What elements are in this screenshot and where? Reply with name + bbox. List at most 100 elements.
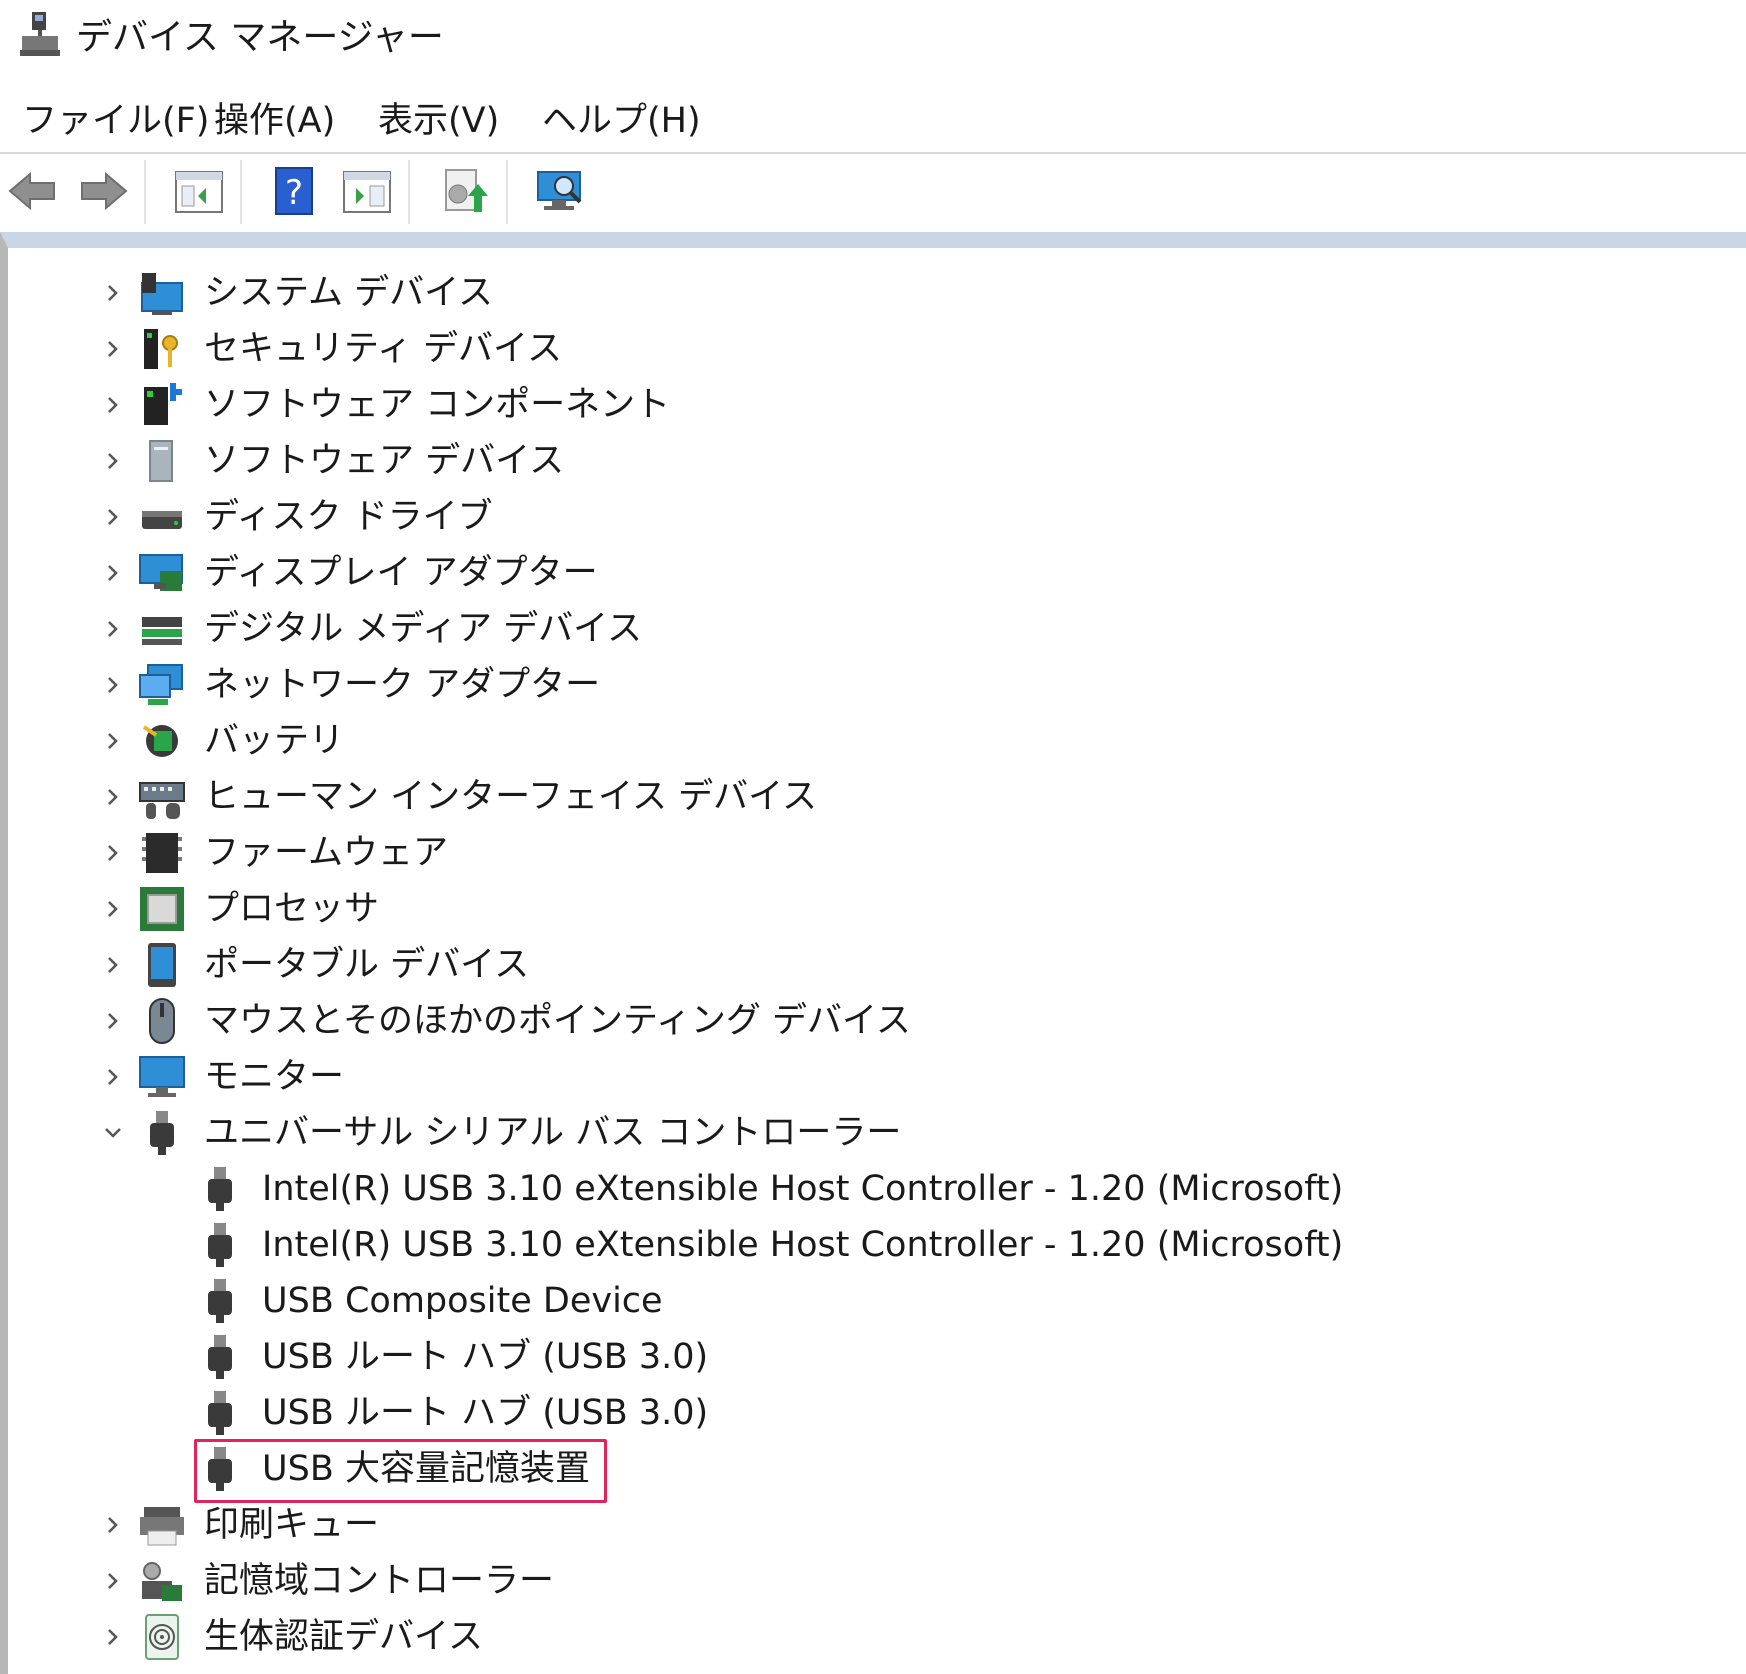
tree-item-label: 印刷キュー bbox=[204, 1505, 380, 1545]
toolbar-separator bbox=[144, 160, 146, 224]
chevron-right-icon[interactable] bbox=[98, 1622, 128, 1652]
usb-icon bbox=[208, 1223, 232, 1267]
security-devices-icon bbox=[144, 329, 178, 369]
tree-item-label: USB Composite Device bbox=[262, 1281, 663, 1321]
disk-drive-icon bbox=[142, 511, 182, 529]
monitor-icon bbox=[139, 1056, 185, 1097]
menu-help[interactable]: ヘルプ(H) bbox=[542, 98, 701, 144]
tree-child-item[interactable]: Intel(R) USB 3.10 eXtensible Host Contro… bbox=[8, 1217, 1708, 1273]
tree-category-item[interactable]: モニター bbox=[8, 1049, 1708, 1105]
tree-category-item[interactable]: ソフトウェア コンポーネント bbox=[8, 377, 1708, 433]
tree-category-item[interactable]: ソフトウェア デバイス bbox=[8, 433, 1708, 489]
chevron-right-icon[interactable] bbox=[98, 1566, 128, 1596]
display-adapter-icon bbox=[139, 554, 183, 591]
tree-item-label: マウスとそのほかのポインティング デバイス bbox=[204, 1001, 911, 1041]
forward-arrow-icon[interactable] bbox=[76, 164, 130, 218]
highlight-usb-mass-storage bbox=[194, 1439, 607, 1503]
battery-icon bbox=[142, 725, 178, 757]
tree-category-item[interactable]: ポータブル デバイス bbox=[8, 937, 1708, 993]
chevron-right-icon[interactable] bbox=[98, 334, 128, 364]
tree-item-label: バッテリ bbox=[204, 721, 345, 761]
tree-item-label: ディスク ドライブ bbox=[204, 497, 493, 537]
chevron-right-icon[interactable] bbox=[98, 726, 128, 756]
chevron-right-icon[interactable] bbox=[98, 782, 128, 812]
tree-item-label: デジタル メディア デバイス bbox=[204, 609, 643, 649]
tree-category-item[interactable]: ファームウェア bbox=[8, 825, 1708, 881]
tree-category-item[interactable]: ディスク ドライブ bbox=[8, 489, 1708, 545]
chevron-right-icon[interactable] bbox=[98, 614, 128, 644]
tree-category-item[interactable]: マウスとそのほかのポインティング デバイス bbox=[8, 993, 1708, 1049]
hid-icon bbox=[139, 782, 185, 819]
processor-icon bbox=[140, 887, 184, 931]
tree-child-item[interactable]: USB Composite Device bbox=[8, 1273, 1708, 1329]
tree-category-item[interactable]: ディスプレイ アダプター bbox=[8, 545, 1708, 601]
chevron-right-icon[interactable] bbox=[98, 950, 128, 980]
update-driver-icon[interactable] bbox=[436, 164, 490, 218]
chevron-right-icon[interactable] bbox=[98, 1062, 128, 1092]
chevron-right-icon[interactable] bbox=[98, 670, 128, 700]
device-manager-app-icon bbox=[20, 12, 60, 56]
tree-category-item[interactable]: システム デバイス bbox=[8, 265, 1708, 321]
software-device-icon bbox=[149, 440, 173, 482]
tree-item-label: ソフトウェア デバイス bbox=[204, 441, 565, 481]
digital-media-icon bbox=[142, 617, 182, 645]
menu-action[interactable]: 操作(A) bbox=[214, 98, 335, 144]
tree-category-item[interactable]: ネットワーク アダプター bbox=[8, 657, 1708, 713]
tree-item-label: Intel(R) USB 3.10 eXtensible Host Contro… bbox=[262, 1169, 1344, 1209]
tree-category-item[interactable]: 記憶域コントローラー bbox=[8, 1553, 1708, 1609]
usb-icon bbox=[150, 1111, 174, 1155]
tree-child-item[interactable]: USB ルート ハブ (USB 3.0) bbox=[8, 1329, 1708, 1385]
chevron-down-icon[interactable] bbox=[98, 1118, 128, 1148]
tree-item-label: ファームウェア bbox=[204, 833, 448, 873]
menu-view[interactable]: 表示(V) bbox=[378, 98, 499, 144]
tree-item-label: 記憶域コントローラー bbox=[204, 1561, 555, 1601]
tree-category-item[interactable]: ヒューマン インターフェイス デバイス bbox=[8, 769, 1708, 825]
chevron-right-icon[interactable] bbox=[98, 390, 128, 420]
tree-category-item[interactable]: バッテリ bbox=[8, 713, 1708, 769]
tree-category-item[interactable]: プロセッサ bbox=[8, 881, 1708, 937]
network-adapter-icon bbox=[139, 664, 183, 705]
chevron-right-icon[interactable] bbox=[98, 1006, 128, 1036]
chevron-right-icon[interactable] bbox=[98, 446, 128, 476]
storage-controller-icon bbox=[142, 1562, 182, 1601]
tree-category-item[interactable]: セキュリティ デバイス bbox=[8, 321, 1708, 377]
show-hide-console-tree-icon[interactable] bbox=[172, 164, 226, 218]
software-component-icon bbox=[144, 383, 182, 425]
print-queue-icon bbox=[140, 1507, 184, 1546]
chevron-right-icon[interactable] bbox=[98, 558, 128, 588]
biometric-device-icon bbox=[145, 1614, 179, 1660]
chevron-right-icon[interactable] bbox=[98, 894, 128, 924]
svg-text:?: ? bbox=[285, 173, 303, 213]
system-devices-icon bbox=[141, 273, 183, 315]
tree-item-label: ソフトウェア コンポーネント bbox=[204, 385, 671, 425]
tree-child-item[interactable]: USB ルート ハブ (USB 3.0) bbox=[8, 1385, 1708, 1441]
scan-hardware-changes-icon[interactable] bbox=[534, 164, 588, 218]
tree-category-item[interactable]: 印刷キュー bbox=[8, 1497, 1708, 1553]
chevron-right-icon[interactable] bbox=[98, 502, 128, 532]
tree-category-item[interactable]: ユニバーサル シリアル バス コントローラー bbox=[8, 1105, 1708, 1161]
tree-child-item[interactable]: Intel(R) USB 3.10 eXtensible Host Contro… bbox=[8, 1161, 1708, 1217]
chevron-right-icon[interactable] bbox=[98, 1510, 128, 1540]
portable-device-icon bbox=[148, 943, 176, 987]
usb-icon bbox=[208, 1167, 232, 1211]
tree-item-label: Intel(R) USB 3.10 eXtensible Host Contro… bbox=[262, 1225, 1344, 1265]
menu-bar: ファイル(F) 操作(A) 表示(V) ヘルプ(H) bbox=[0, 90, 1746, 154]
toolbar: ? bbox=[0, 154, 1746, 228]
tree-category-item[interactable]: 生体認証デバイス bbox=[8, 1609, 1708, 1665]
tree-category-item[interactable]: デジタル メディア デバイス bbox=[8, 601, 1708, 657]
tree-item-label: ネットワーク アダプター bbox=[204, 665, 601, 705]
title-bar: デバイス マネージャー bbox=[0, 0, 1746, 80]
help-icon[interactable]: ? bbox=[268, 164, 322, 218]
tree-item-label: ポータブル デバイス bbox=[204, 945, 530, 985]
toolbar-separator bbox=[506, 160, 508, 224]
chevron-right-icon[interactable] bbox=[98, 838, 128, 868]
tree-item-label: ヒューマン インターフェイス デバイス bbox=[204, 777, 818, 817]
tree-item-label: ディスプレイ アダプター bbox=[204, 553, 598, 593]
show-action-pane-icon[interactable] bbox=[340, 164, 394, 218]
back-arrow-icon[interactable] bbox=[6, 164, 60, 218]
window-title: デバイス マネージャー bbox=[76, 17, 444, 58]
menu-file[interactable]: ファイル(F) bbox=[22, 98, 209, 144]
tree-item-label: ユニバーサル シリアル バス コントローラー bbox=[204, 1113, 902, 1153]
mouse-icon bbox=[149, 998, 175, 1044]
chevron-right-icon[interactable] bbox=[98, 278, 128, 308]
